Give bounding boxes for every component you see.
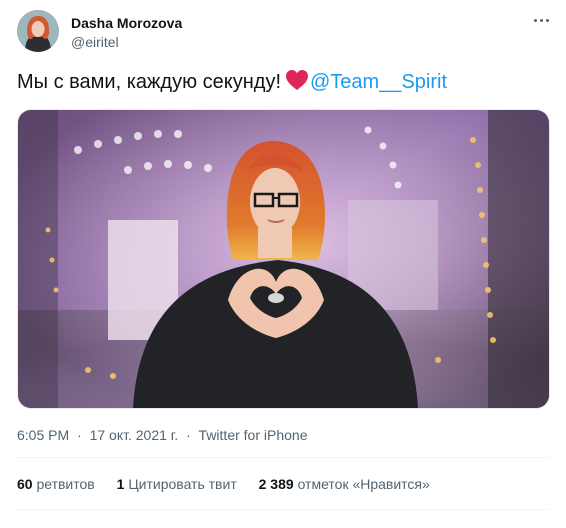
tweet-header: Dasha Morozova @eiritel [17,10,182,52]
divider [17,509,549,510]
retweets-stat[interactable]: 60 ретвитов [17,476,95,492]
quotes-label: Цитировать твит [128,476,237,492]
more-options-button[interactable] [530,12,552,28]
quotes-count: 1 [116,476,125,492]
more-dots-icon [545,18,549,22]
tweet-photo[interactable] [17,109,550,409]
divider [17,457,549,458]
quotes-stat[interactable]: 1 Цитировать твит [117,476,237,492]
likes-stat[interactable]: 2 389 отметок «Нравится» [259,476,430,492]
more-dots-icon [539,18,543,22]
author-handle[interactable]: @eiritel [71,33,182,51]
meta-separator: · [185,427,191,443]
likes-count: 2 389 [258,476,294,492]
tweet-source[interactable]: Twitter for iPhone [199,427,308,443]
tweet-date[interactable]: 17 окт. 2021 г. [90,427,179,443]
author-names: Dasha Morozova @eiritel [71,14,182,51]
tweet-card: Dasha Morozova @eiritel Мы с вами, кажду… [0,0,566,528]
meta-separator: · [77,427,82,443]
likes-label: отметок «Нравится» [297,476,430,492]
author-display-name[interactable]: Dasha Morozova [71,14,182,32]
tweet-meta: 6:05 PM · 17 окт. 2021 г. · Twitter for … [17,426,307,444]
mention-link[interactable]: @Team__Spirit [310,71,447,93]
tweet-stats: 60 ретвитов 1 Цитировать твит 2 389 отме… [17,475,448,493]
tweet-time[interactable]: 6:05 PM [17,427,69,443]
tweet-text: Мы с вами, каждую секунду! @Team__Spirit [17,69,447,98]
retweets-count: 60 [17,476,33,492]
tweet-body: Мы с вами, каждую секунду! [17,71,281,93]
avatar[interactable] [17,10,59,52]
more-dots-icon [533,18,537,22]
red-heart-icon [285,69,309,98]
retweets-label: ретвитов [36,476,95,492]
